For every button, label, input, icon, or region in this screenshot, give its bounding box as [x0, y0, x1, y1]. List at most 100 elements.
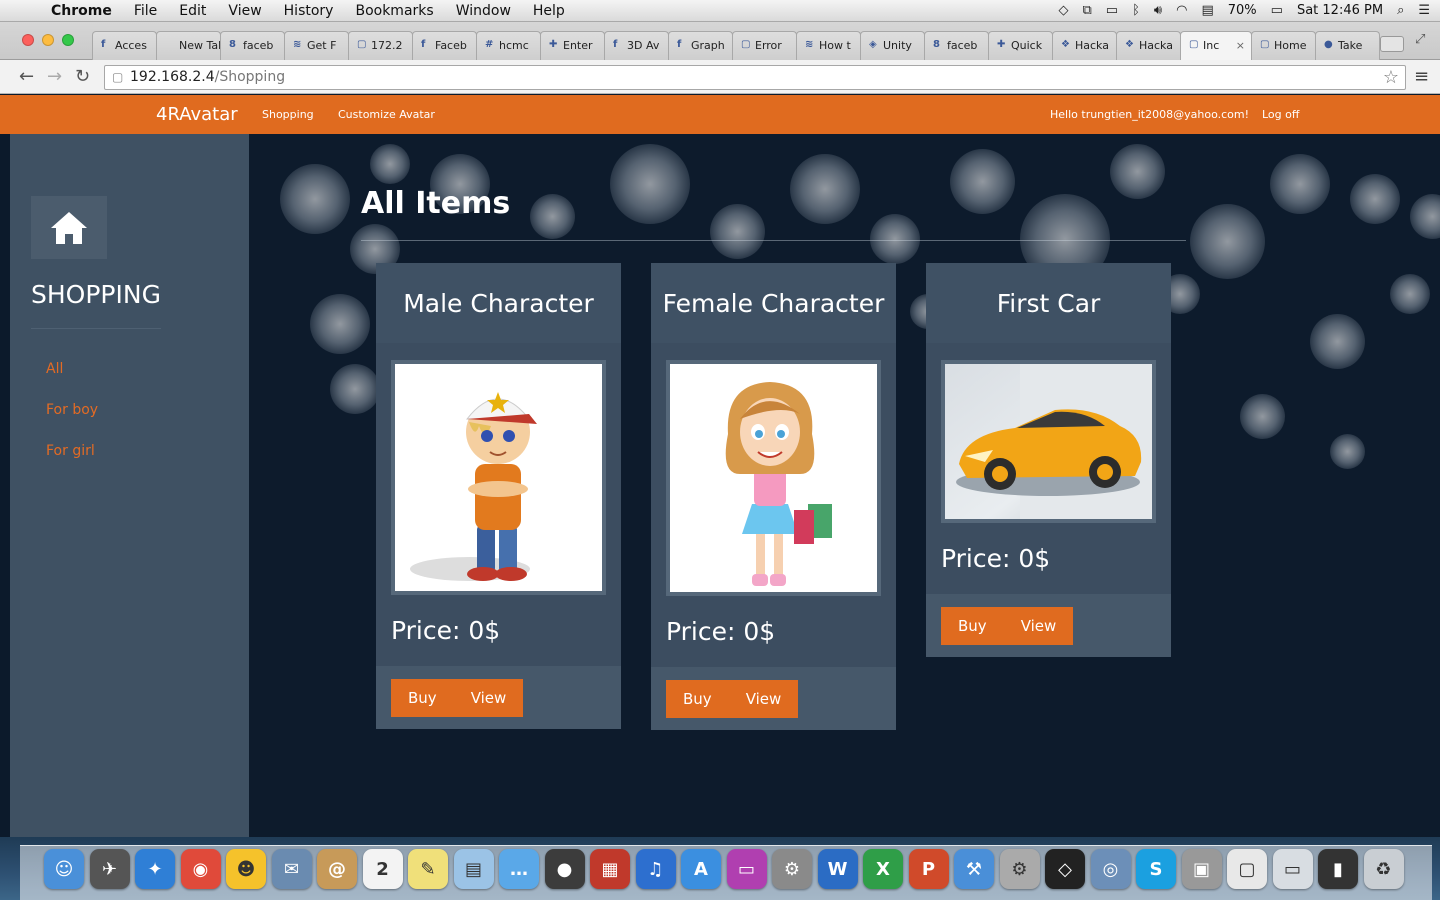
browser-tab[interactable]: ▢ Home	[1251, 31, 1316, 60]
calendar-icon[interactable]: 2	[362, 849, 403, 889]
trash-icon[interactable]: ♻	[1363, 849, 1404, 889]
menu-file[interactable]: File	[123, 3, 168, 19]
user-greeting[interactable]: Hello trungtien_it2008@yahoo.com!	[1050, 108, 1249, 121]
sidebar-link-all[interactable]: All	[46, 361, 63, 377]
browser-tab[interactable]: New Tab	[156, 31, 221, 60]
notification-list-icon[interactable]: ☰	[1418, 3, 1430, 18]
female-character-image[interactable]	[670, 364, 877, 592]
new-tab-button[interactable]	[1380, 36, 1404, 52]
utility-icon[interactable]: ⚙	[999, 849, 1040, 889]
browser-tab[interactable]: f Acces	[92, 31, 157, 60]
volume-icon[interactable]: 🔊︎	[1154, 3, 1162, 18]
network-icon[interactable]: ◎	[1090, 849, 1131, 889]
logoff-link[interactable]: Log off	[1262, 108, 1299, 121]
battery-icon[interactable]: ▭	[1271, 3, 1283, 18]
close-window-button[interactable]	[22, 34, 34, 46]
window-icon[interactable]: ▭	[1272, 849, 1313, 889]
browser-tab[interactable]: ✚ Quick	[988, 31, 1053, 60]
sidebar-link-for-girl[interactable]: For girl	[46, 443, 95, 459]
dropbox-icon[interactable]: ◇	[1059, 3, 1069, 18]
menu-edit[interactable]: Edit	[168, 3, 217, 19]
launchpad-icon[interactable]: ✈	[89, 849, 130, 889]
mail-icon[interactable]: ✉	[271, 849, 312, 889]
display-icon[interactable]: ▭	[726, 849, 767, 889]
fullscreen-icon[interactable]: ⤢	[1415, 32, 1425, 47]
browser-tab[interactable]: ▢ 172.2	[348, 31, 413, 60]
browser-tab[interactable]: f 3D Av	[604, 31, 669, 60]
browser-tab[interactable]: ✚ Enter	[540, 31, 605, 60]
menu-bookmarks[interactable]: Bookmarks	[344, 3, 444, 19]
menu-window[interactable]: Window	[445, 3, 522, 19]
camera-icon[interactable]: ▣	[1181, 849, 1222, 889]
buy-button[interactable]: Buy	[666, 690, 729, 708]
menu-help[interactable]: Help	[522, 3, 576, 19]
file-icon[interactable]: ▢	[1227, 849, 1267, 889]
photobooth-icon[interactable]: ▦	[590, 849, 630, 889]
sidebar-link-for-boy[interactable]: For boy	[46, 402, 98, 418]
chrome-menu-icon[interactable]: ≡	[1414, 66, 1429, 87]
zoom-window-button[interactable]	[62, 34, 74, 46]
menu-view[interactable]: View	[217, 3, 272, 19]
browser-tab[interactable]: 8 faceb	[924, 31, 989, 60]
browser-tab[interactable]: ▢ Inc ×	[1180, 31, 1252, 60]
appstore-icon[interactable]: A	[681, 849, 721, 889]
wifi-icon[interactable]: ◠	[1176, 3, 1187, 18]
buy-button[interactable]: Buy	[941, 617, 1004, 635]
browser-tab[interactable]: f Graph	[668, 31, 733, 60]
nav-shopping[interactable]: Shopping	[262, 108, 314, 121]
browser-tab[interactable]: ◈ Unity	[860, 31, 925, 60]
buy-button[interactable]: Buy	[391, 689, 454, 707]
spotlight-icon[interactable]: ⌕	[1397, 3, 1404, 18]
contacts-icon[interactable]: @	[317, 849, 357, 889]
browser-tab[interactable]: ❖ Hacka	[1052, 31, 1117, 60]
browser-tab[interactable]: ● Take	[1315, 31, 1380, 60]
browser-tab[interactable]: 8 faceb	[220, 31, 285, 60]
battery-percent[interactable]: 70%	[1228, 3, 1257, 18]
site-brand[interactable]: 4RAvatar	[156, 104, 238, 125]
skype-icon[interactable]: S	[1136, 849, 1176, 889]
reload-icon[interactable]: ↻	[75, 66, 90, 87]
finder-icon[interactable]: ☺	[44, 849, 84, 889]
airplay-icon[interactable]: ▭	[1106, 3, 1118, 18]
close-tab-icon[interactable]: ×	[1236, 39, 1245, 60]
browser-tab[interactable]: # hcmc	[476, 31, 541, 60]
clock[interactable]: Sat 12:46 PM	[1297, 3, 1383, 18]
xcode-icon[interactable]: ⚒	[954, 849, 994, 889]
address-bar[interactable]: ▢ 192.168.2.4/Shopping ☆	[104, 65, 1406, 90]
messenger-icon[interactable]: ☻	[226, 849, 266, 889]
browser-tab[interactable]: ≋ How t	[796, 31, 861, 60]
forward-arrow-icon[interactable]: →	[47, 66, 62, 87]
minimize-window-button[interactable]	[42, 34, 54, 46]
bluetooth-icon[interactable]: ᛒ	[1132, 3, 1140, 18]
unity-icon[interactable]: ◇	[1045, 849, 1085, 889]
powerpoint-icon[interactable]: P	[908, 849, 949, 889]
male-character-image[interactable]	[395, 364, 602, 591]
nav-customize-avatar[interactable]: Customize Avatar	[338, 108, 435, 121]
itunes-icon[interactable]: ♫	[635, 849, 676, 889]
chrome-icon[interactable]: ◉	[180, 849, 221, 889]
display-icon[interactable]: ⧉	[1083, 3, 1092, 18]
browser-tab[interactable]: ≋ Get F	[284, 31, 349, 60]
home-button[interactable]	[31, 196, 107, 259]
excel-icon[interactable]: X	[863, 849, 903, 889]
back-arrow-icon[interactable]: ←	[19, 66, 34, 87]
bookmark-star-icon[interactable]: ☆	[1383, 67, 1399, 88]
facetime-icon[interactable]: ●	[544, 849, 585, 889]
browser-tab[interactable]: ❖ Hacka	[1116, 31, 1181, 60]
word-icon[interactable]: W	[817, 849, 858, 889]
preview-icon[interactable]: ▤	[453, 849, 494, 889]
car-image[interactable]	[945, 364, 1152, 519]
menu-app[interactable]: Chrome	[40, 3, 123, 19]
terminal-icon[interactable]: ▮	[1318, 849, 1358, 889]
view-button[interactable]: View	[454, 689, 524, 707]
menu-history[interactable]: History	[273, 3, 345, 19]
messages-icon[interactable]: …	[499, 849, 539, 889]
browser-tab[interactable]: f Faceb	[412, 31, 477, 60]
notes-icon[interactable]: ✎	[408, 849, 448, 889]
browser-tab[interactable]: ▢ Error	[732, 31, 797, 60]
safari-icon[interactable]: ✦	[135, 849, 175, 889]
preferences-icon[interactable]: ⚙	[772, 849, 812, 889]
view-button[interactable]: View	[1004, 617, 1074, 635]
view-button[interactable]: View	[729, 690, 799, 708]
flag-icon[interactable]: ▤	[1201, 3, 1213, 18]
